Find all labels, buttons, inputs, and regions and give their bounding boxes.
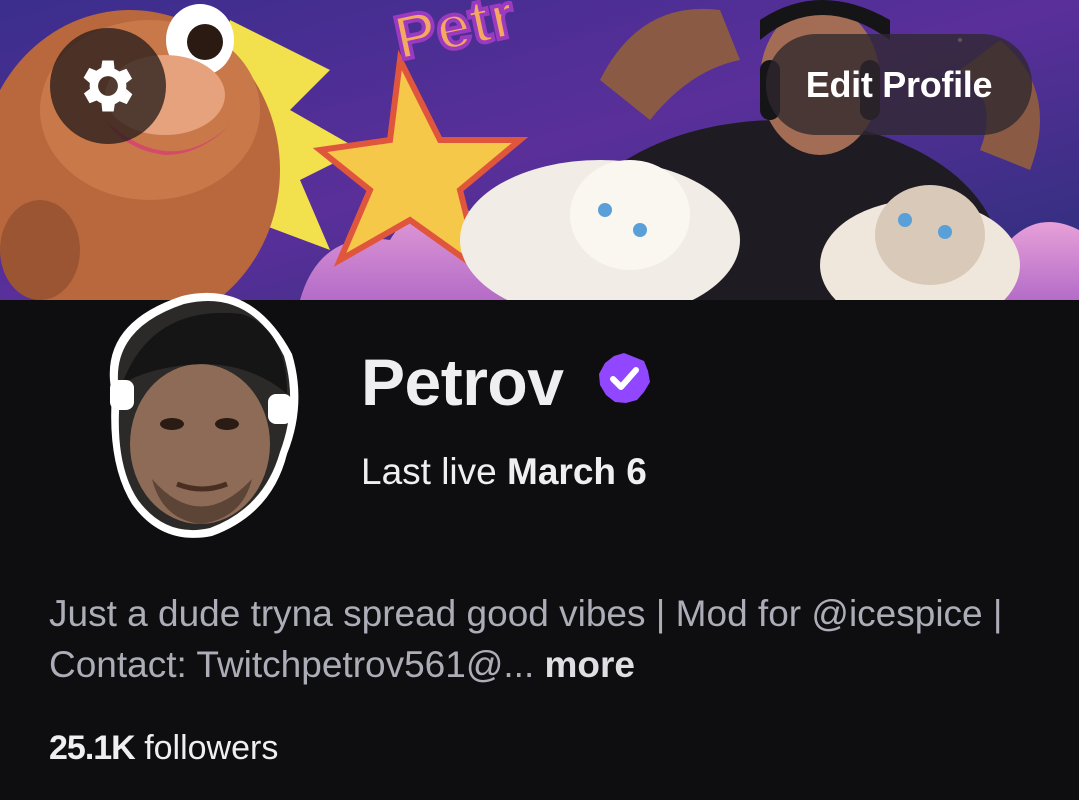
channel-name: Petrov — [361, 345, 564, 419]
settings-button[interactable] — [50, 28, 166, 144]
channel-bio: Just a dude tryna spread good vibes | Mo… — [49, 588, 1039, 690]
bio-text: Just a dude tryna spread good vibes | Mo… — [49, 593, 1003, 685]
followers-count[interactable]: 25.1K followers — [49, 726, 278, 770]
last-live-prefix: Last live — [361, 451, 497, 492]
last-live-text: Last live March 6 — [361, 448, 647, 496]
followers-label: followers — [144, 729, 279, 767]
verified-badge-icon — [597, 351, 651, 405]
avatar[interactable] — [92, 284, 307, 546]
edit-profile-button[interactable]: Edit Profile — [766, 34, 1032, 135]
gear-icon — [83, 60, 133, 112]
followers-number: 25.1K — [49, 729, 136, 767]
bio-more-link[interactable]: more — [545, 644, 635, 685]
last-live-date: March 6 — [507, 451, 647, 492]
